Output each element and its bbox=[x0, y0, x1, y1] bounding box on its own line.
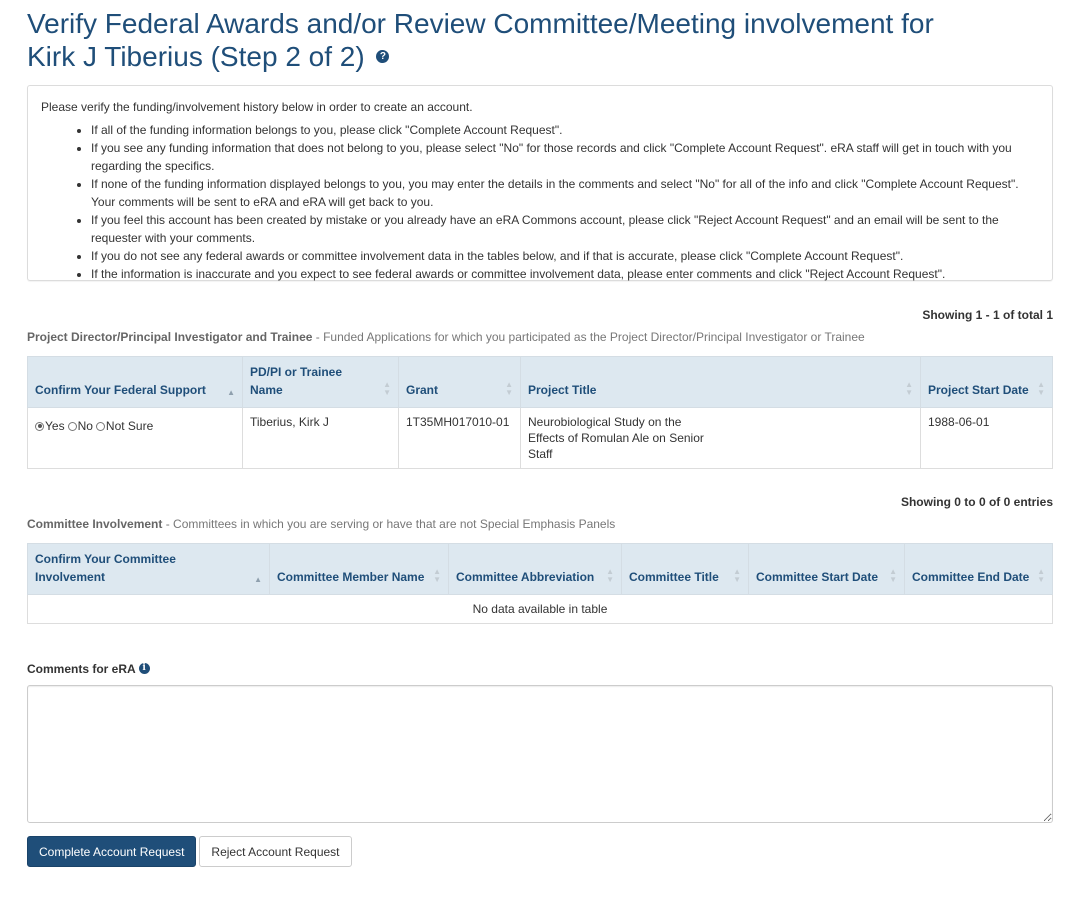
column-header-member-name[interactable]: Committee Member Name ▲ ▼ bbox=[269, 543, 449, 595]
funding-section-heading: Project Director/Principal Investigator … bbox=[27, 330, 1053, 344]
column-header-project-title[interactable]: Project Title ▲ ▼ bbox=[520, 356, 921, 408]
sort-icon: ▲ ▼ bbox=[433, 567, 441, 584]
funding-showing-count: Showing 1 - 1 of total 1 bbox=[922, 308, 1053, 322]
sort-asc-icon: ▲ bbox=[227, 388, 235, 397]
committee-heading-desc: - Committees in which you are serving or… bbox=[162, 517, 616, 531]
column-header-start-date[interactable]: Project Start Date ▲ ▼ bbox=[920, 356, 1053, 408]
project-title-cell: Neurobiological Study on the Effects of … bbox=[520, 407, 921, 469]
radio-no[interactable] bbox=[67, 421, 77, 431]
page-title: Verify Federal Awards and/or Review Comm… bbox=[27, 0, 1053, 73]
confirm-support-cell: Yes No Not Sure bbox=[27, 407, 243, 469]
column-header-abbreviation[interactable]: Committee Abbreviation ▲ ▼ bbox=[448, 543, 622, 595]
funding-table: Confirm Your Federal Support ▲ PD/PI or … bbox=[27, 356, 1053, 469]
sort-icon: ▲ ▼ bbox=[1037, 380, 1045, 397]
page-title-line1: Verify Federal Awards and/or Review Comm… bbox=[27, 8, 934, 39]
table-row: Yes No Not Sure Tiberius, Kirk J 1T35MH0… bbox=[27, 407, 1053, 469]
page: Verify Federal Awards and/or Review Comm… bbox=[0, 0, 1078, 867]
column-header-confirm-support[interactable]: Confirm Your Federal Support ▲ bbox=[27, 356, 243, 408]
committee-table: Confirm Your Committee Involvement ▲ Com… bbox=[27, 543, 1053, 624]
committee-heading-title: Committee Involvement bbox=[27, 517, 163, 531]
column-header-grant[interactable]: Grant ▲ ▼ bbox=[398, 356, 521, 408]
column-header-committee-title[interactable]: Committee Title ▲ ▼ bbox=[621, 543, 749, 595]
grant-cell: 1T35MH017010-01 bbox=[398, 407, 521, 469]
instructions-intro: Please verify the funding/involvement hi… bbox=[41, 100, 473, 114]
committee-section-heading: Committee Involvement - Committees in wh… bbox=[27, 517, 1053, 531]
column-header-pi-name[interactable]: PD/PI or Trainee Name ▲ ▼ bbox=[242, 356, 399, 408]
radio-not-sure[interactable] bbox=[95, 421, 105, 431]
complete-account-request-button[interactable]: Complete Account Request bbox=[27, 836, 197, 867]
column-header-confirm-involvement[interactable]: Confirm Your Committee Involvement ▲ bbox=[27, 543, 270, 595]
sort-icon: ▲ ▼ bbox=[905, 380, 913, 397]
radio-yes[interactable] bbox=[35, 421, 44, 431]
instructions-panel: Please verify the funding/involvement hi… bbox=[27, 85, 1053, 281]
reject-account-request-button[interactable]: Reject Account Request bbox=[199, 836, 352, 867]
empty-message: No data available in table bbox=[27, 594, 1053, 624]
table-row-empty: No data available in table bbox=[27, 594, 1053, 624]
instruction-item: If you see any funding information that … bbox=[91, 139, 1039, 175]
sort-asc-icon: ▲ bbox=[254, 575, 262, 584]
comments-textarea[interactable] bbox=[27, 685, 1053, 823]
sort-icon: ▲ ▼ bbox=[505, 380, 513, 397]
info-circle-icon[interactable]: i bbox=[138, 663, 150, 675]
page-title-step: (Step 2 of 2) bbox=[210, 41, 365, 72]
funding-heading-desc: - Funded Applications for which you part… bbox=[312, 330, 865, 344]
instruction-item: If the information is inaccurate and you… bbox=[91, 265, 1039, 283]
funding-heading-title: Project Director/Principal Investigator … bbox=[27, 330, 313, 344]
column-header-committee-start[interactable]: Committee Start Date ▲ ▼ bbox=[748, 543, 905, 595]
instruction-item: If all of the funding information belong… bbox=[91, 121, 1039, 139]
sort-icon: ▲ ▼ bbox=[889, 567, 897, 584]
action-buttons: Complete Account Request Reject Account … bbox=[27, 836, 1053, 867]
support-radio-group: Yes No Not Sure bbox=[35, 418, 156, 434]
pi-name-cell: Tiberius, Kirk J bbox=[242, 407, 399, 469]
instruction-item: If none of the funding information displ… bbox=[91, 175, 1039, 211]
column-header-committee-end[interactable]: Committee End Date ▲ ▼ bbox=[904, 543, 1053, 595]
sort-icon: ▲ ▼ bbox=[383, 380, 391, 397]
sort-icon: ▲ ▼ bbox=[606, 567, 614, 584]
instruction-item: If you feel this account has been create… bbox=[91, 211, 1039, 247]
sort-icon: ▲ ▼ bbox=[1037, 567, 1045, 584]
instructions-list: If all of the funding information belong… bbox=[41, 121, 1039, 283]
instruction-item: If you do not see any federal awards or … bbox=[91, 247, 1039, 265]
committee-showing-count: Showing 0 to 0 of 0 entries bbox=[900, 495, 1053, 509]
question-circle-icon[interactable]: ? bbox=[376, 50, 390, 64]
comments-label: Comments for eRA i bbox=[27, 662, 1053, 676]
start-date-cell: 1988-06-01 bbox=[920, 407, 1053, 469]
page-title-name: Kirk J Tiberius bbox=[27, 41, 203, 72]
sort-icon: ▲ ▼ bbox=[733, 567, 741, 584]
